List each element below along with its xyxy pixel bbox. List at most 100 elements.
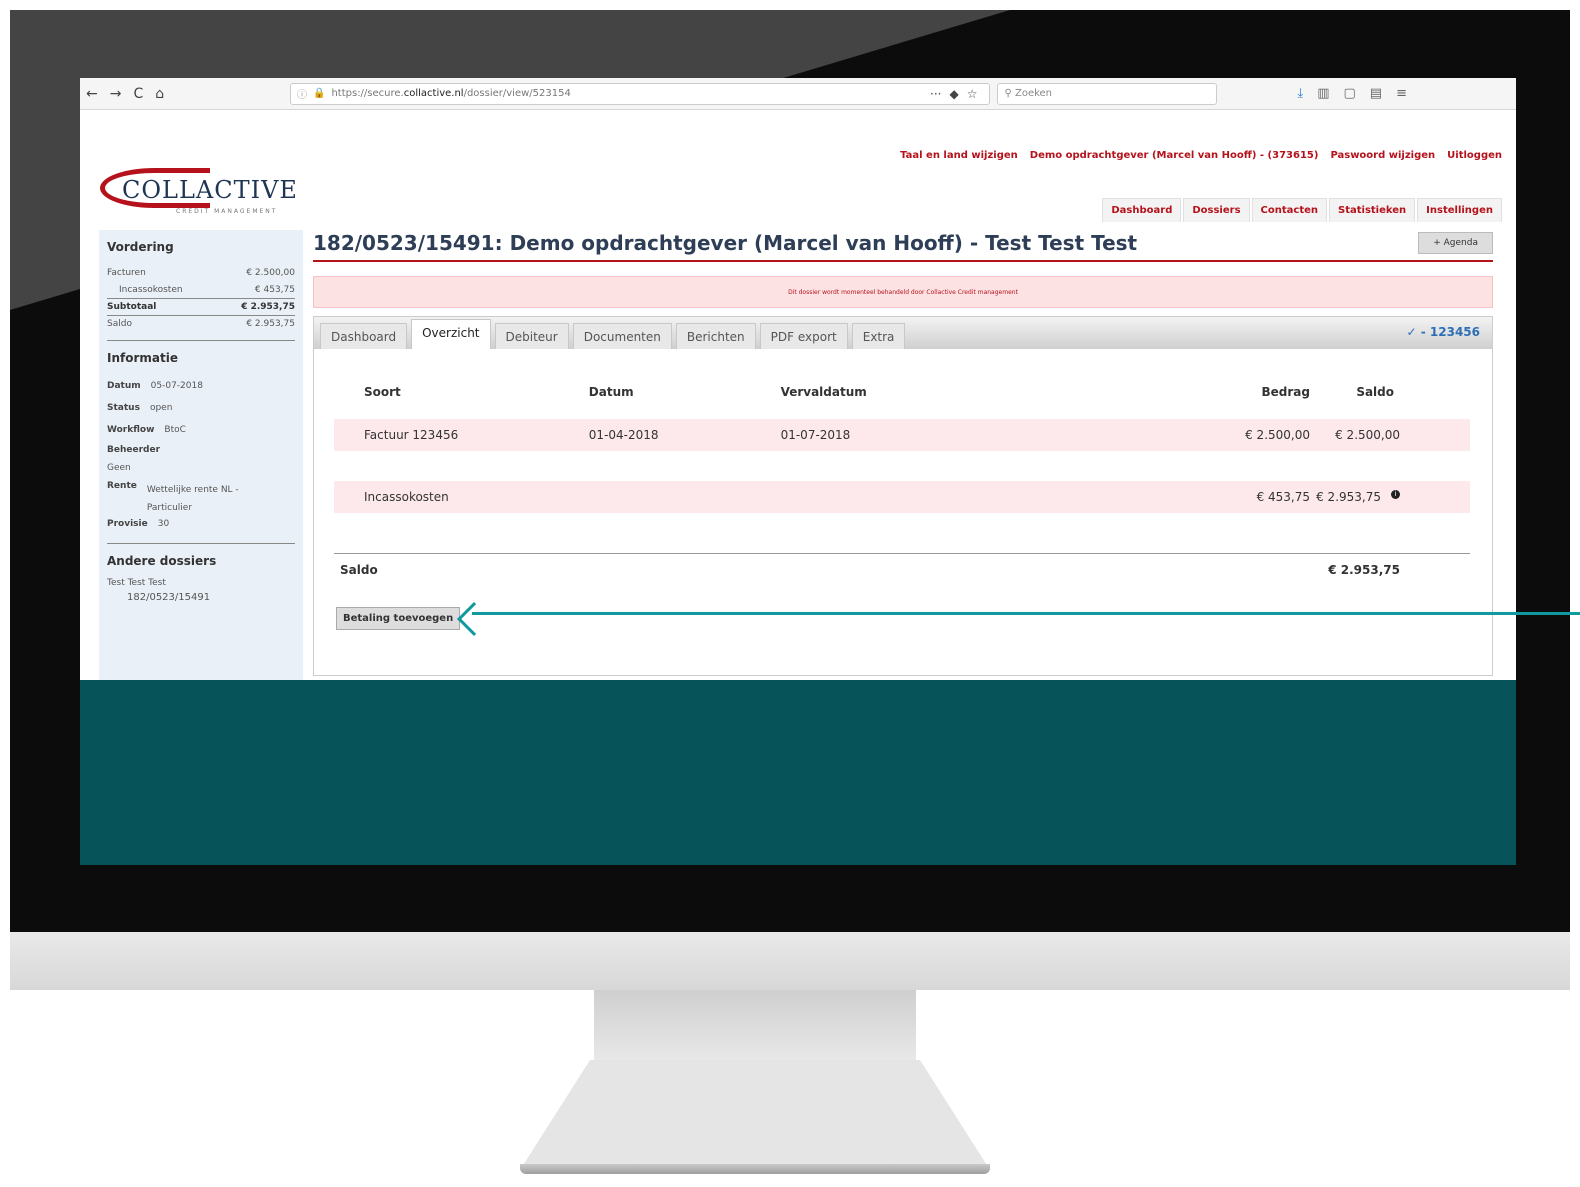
total-value: € 2.953,75 [1310, 552, 1470, 587]
status-row: Status open [107, 397, 295, 419]
nav-contacten[interactable]: Contacten [1251, 198, 1327, 222]
address-bar[interactable]: ⓘ 🔒 https://secure. collactive.nl/dossier… [290, 82, 990, 105]
status-value: open [149, 403, 173, 413]
sidebar: Vordering Facturen € 2.500,00 Incassokos… [99, 230, 303, 680]
browser-toolbar: ← → C ⌂ ⓘ 🔒 https://secure. collactive.nl… [80, 78, 1516, 110]
library-icon[interactable]: ▥ [1317, 86, 1329, 101]
cell-saldo: € 2.953,75 [1316, 490, 1381, 504]
alert-banner: Dit dossier wordt momenteel behandeld do… [313, 276, 1493, 308]
url-domain: collactive.nl [403, 88, 464, 99]
reload-icon[interactable]: C [133, 86, 143, 102]
rente-row: Rente Wettelijke rente NL - Particulier [107, 477, 295, 513]
cell-vervaldatum: 01-07-2018 [780, 419, 1101, 451]
tab-bar: Dashboard Overzicht Debiteur Documenten … [314, 317, 1492, 349]
menu-icon[interactable]: ≡ [1396, 86, 1407, 101]
total-label: Saldo [334, 552, 589, 587]
table-row[interactable]: Incassokosten € 453,75 € 2.953,75 i [334, 481, 1470, 513]
cell-bedrag: € 453,75 [1100, 481, 1310, 513]
workflow-label: Workflow [107, 425, 155, 435]
saldo-row: Saldo € 2.953,75 [107, 315, 295, 332]
beheerder-row: Beheerder [107, 441, 295, 459]
subtotaal-value: € 2.953,75 [241, 302, 295, 312]
toolbar-icons: ⤓ ▥ ▢ ▤ ≡ [1297, 86, 1407, 101]
beheerder-value-row: Geen [107, 459, 295, 477]
tab-berichten[interactable]: Berichten [675, 323, 756, 349]
pocket-icon[interactable]: ◆ [949, 87, 958, 101]
top-links: Taal en land wijzigen Demo opdrachtgever… [900, 150, 1502, 161]
sidebar-divider-2 [107, 543, 295, 544]
link-password[interactable]: Paswoord wijzigen [1330, 150, 1435, 161]
overview-table: Soort Datum Vervaldatum Bedrag Saldo Fac… [334, 377, 1470, 587]
info-icon[interactable]: ⓘ [297, 86, 307, 101]
andere-ref[interactable]: 182/0523/15491 [107, 592, 295, 603]
link-logout[interactable]: Uitloggen [1447, 150, 1502, 161]
incasso-label: Incassokosten [119, 284, 183, 295]
tab-dashboard[interactable]: Dashboard [320, 323, 408, 349]
saldo-value: € 2.953,75 [246, 319, 295, 329]
saldo-label: Saldo [107, 319, 132, 329]
header-bedrag: Bedrag [1261, 385, 1310, 399]
download-icon[interactable]: ⤓ [1297, 86, 1303, 101]
cell-datum: 01-04-2018 [588, 419, 781, 451]
monitor-chin [10, 932, 1570, 990]
tab-documenten[interactable]: Documenten [572, 323, 672, 349]
cell-soort: Factuur 123456 [334, 419, 589, 451]
tab-pdf-export[interactable]: PDF export [759, 323, 848, 349]
info-icon[interactable]: i [1391, 490, 1400, 499]
link-language[interactable]: Taal en land wijzigen [900, 150, 1018, 161]
cell-vervaldatum [780, 481, 1101, 513]
andere-name[interactable]: Test Test Test [107, 578, 295, 592]
workflow-row: Workflow BtoC [107, 419, 295, 441]
sidebar-icon[interactable]: ▤ [1370, 86, 1382, 101]
callout-arrow-line [472, 612, 1580, 615]
sync-icon[interactable]: ▢ [1344, 86, 1356, 101]
cell-bedrag: € 2.500,00 [1100, 419, 1310, 451]
nav-dossiers[interactable]: Dossiers [1183, 198, 1250, 222]
page: COLLACTIVE CREDIT MANAGEMENT Taal en lan… [80, 110, 1516, 680]
nav-instellingen[interactable]: Instellingen [1417, 198, 1502, 222]
monitor-foot-edge [520, 1164, 990, 1174]
page-title: 182/0523/15491: Demo opdrachtgever (Marc… [313, 231, 1138, 255]
logo-subtitle: CREDIT MANAGEMENT [176, 208, 278, 215]
total-empty [780, 552, 1101, 587]
bookmark-star-icon[interactable]: ☆ [967, 87, 978, 101]
more-icon[interactable]: ··· [930, 87, 941, 101]
rente-value: Wettelijke rente NL - Particulier [146, 485, 239, 513]
nav-statistieken[interactable]: Statistieken [1329, 198, 1416, 222]
header-saldo: Saldo [1356, 385, 1394, 399]
dossier-reference[interactable]: ✓ - 123456 [1407, 325, 1481, 339]
forward-icon[interactable]: → [110, 86, 122, 102]
home-icon[interactable]: ⌂ [155, 86, 164, 102]
nav-dashboard[interactable]: Dashboard [1102, 198, 1182, 222]
subtotaal-row: Subtotaal € 2.953,75 [107, 298, 295, 315]
table-row[interactable]: Factuur 123456 01-04-2018 01-07-2018 € 2… [334, 419, 1470, 451]
tab-debiteur[interactable]: Debiteur [494, 323, 569, 349]
tab-extra[interactable]: Extra [851, 323, 906, 349]
header-datum: Datum [588, 385, 634, 399]
subtotaal-label: Subtotaal [107, 302, 157, 312]
tab-panel: Dashboard Overzicht Debiteur Documenten … [313, 316, 1493, 676]
tab-overzicht[interactable]: Overzicht [411, 319, 491, 349]
dossier-title-bar: 182/0523/15491: Demo opdrachtgever (Marc… [313, 230, 1493, 262]
total-empty [1100, 552, 1310, 587]
agenda-button[interactable]: + Agenda [1418, 232, 1493, 254]
search-input[interactable]: ⚲ Zoeken [997, 82, 1218, 105]
datum-row: Datum 05-07-2018 [107, 375, 295, 397]
facturen-row: Facturen € 2.500,00 [107, 264, 295, 281]
datum-label: Datum [107, 381, 141, 391]
incasso-value: € 453,75 [254, 284, 295, 295]
andere-title: Andere dossiers [107, 554, 217, 568]
beheerder-label: Beheerder [107, 445, 161, 455]
url-prefix: https://secure. [331, 88, 404, 99]
lock-icon: 🔒 [313, 88, 326, 99]
facturen-label: Facturen [107, 267, 146, 278]
facturen-value: € 2.500,00 [246, 267, 295, 278]
link-account[interactable]: Demo opdrachtgever (Marcel van Hooff) - … [1030, 150, 1319, 161]
add-payment-button[interactable]: Betaling toevoegen [336, 607, 461, 630]
datum-value: 05-07-2018 [150, 381, 203, 391]
provisie-value: 30 [157, 519, 170, 529]
incasso-row: Incassokosten € 453,75 [107, 281, 295, 298]
back-icon[interactable]: ← [86, 86, 98, 102]
spacer-row [334, 407, 1470, 419]
collactive-logo[interactable]: COLLACTIVE CREDIT MANAGEMENT [100, 168, 297, 220]
